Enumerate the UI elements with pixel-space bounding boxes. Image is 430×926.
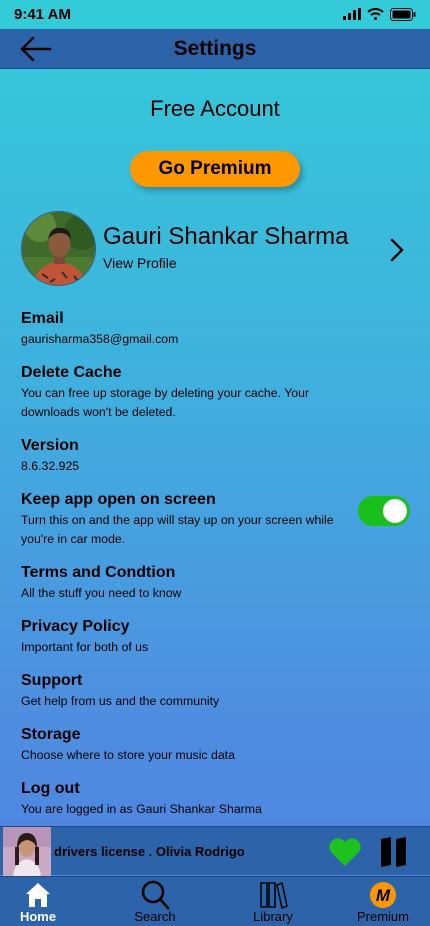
status-time: 9:41 AM xyxy=(14,5,71,23)
heart-icon xyxy=(329,838,361,866)
setting-storage[interactable]: Storage Choose where to store your music… xyxy=(21,725,351,765)
search-icon xyxy=(141,880,170,910)
like-button[interactable] xyxy=(328,837,362,867)
setting-log-out[interactable]: Log out You are logged in as Gauri Shank… xyxy=(21,779,351,819)
profile-row[interactable]: Gauri Shankar Sharma View Profile xyxy=(21,211,411,287)
now-playing-title: drivers license . Olivia Rodrigo xyxy=(54,844,245,859)
nav-premium[interactable]: M Premium xyxy=(343,877,423,926)
setting-title: Delete Cache xyxy=(21,364,122,381)
svg-text:M: M xyxy=(376,886,391,905)
nav-library[interactable]: Library xyxy=(233,877,313,926)
setting-terms[interactable]: Terms and Condtion All the stuff you nee… xyxy=(21,563,351,603)
status-icons xyxy=(343,7,416,21)
avatar xyxy=(21,211,96,286)
signal-icon xyxy=(343,8,361,20)
setting-title: Version xyxy=(21,437,79,454)
pause-icon xyxy=(381,837,406,867)
setting-desc: You are logged in as Gauri Shankar Sharm… xyxy=(21,802,262,816)
arrow-left-icon xyxy=(20,36,52,62)
setting-desc: 8.6.32.925 xyxy=(21,459,80,473)
setting-title: Support xyxy=(21,672,83,689)
setting-desc: Choose where to store your music data xyxy=(21,748,235,762)
chevron-right-icon xyxy=(390,238,404,262)
profile-name: Gauri Shankar Sharma xyxy=(103,223,349,250)
nav-label: Premium xyxy=(356,909,409,924)
account-type: Free Account xyxy=(150,96,280,121)
view-profile-link[interactable]: View Profile xyxy=(103,255,177,271)
page-title: Settings xyxy=(173,36,257,60)
setting-title: Keep app open on screen xyxy=(21,491,216,508)
setting-privacy-policy[interactable]: Privacy Policy Important for both of us xyxy=(21,617,351,657)
back-button[interactable] xyxy=(18,35,54,63)
setting-desc: You can free up storage by deleting your… xyxy=(21,386,310,419)
setting-title: Terms and Condtion xyxy=(21,564,176,581)
setting-desc: All the stuff you need to know xyxy=(21,586,182,600)
mini-player[interactable]: drivers license . Olivia Rodrigo xyxy=(0,826,430,876)
premium-icon: M xyxy=(370,882,396,908)
setting-delete-cache[interactable]: Delete Cache You can free up storage by … xyxy=(21,363,351,422)
setting-desc: Important for both of us xyxy=(21,640,149,654)
setting-support[interactable]: Support Get help from us and the communi… xyxy=(21,671,351,711)
album-art xyxy=(3,827,51,876)
wifi-icon xyxy=(367,8,384,20)
status-bar: 9:41 AM xyxy=(0,0,430,28)
pause-button[interactable] xyxy=(378,835,410,869)
keep-app-open-toggle[interactable] xyxy=(358,496,410,526)
setting-version: Version 8.6.32.925 xyxy=(21,436,351,476)
home-icon xyxy=(26,883,50,907)
nav-search[interactable]: Search xyxy=(115,877,195,926)
go-premium-button[interactable]: Go Premium xyxy=(130,151,300,187)
setting-title: Email xyxy=(21,310,64,327)
setting-keep-app-open[interactable]: Keep app open on screen Turn this on and… xyxy=(21,490,351,549)
setting-title: Privacy Policy xyxy=(21,618,130,635)
setting-title: Log out xyxy=(21,780,80,797)
nav-label: Library xyxy=(253,909,293,924)
bottom-nav: Home Search Library M Premium xyxy=(0,876,430,926)
battery-icon xyxy=(390,7,416,21)
setting-desc: Get help from us and the community xyxy=(21,694,220,708)
library-icon xyxy=(260,881,288,910)
app-bar: Settings xyxy=(0,29,430,69)
nav-label: Search xyxy=(134,909,176,924)
nav-label: Home xyxy=(19,909,57,924)
setting-desc: gaurisharma358@gmail.com xyxy=(21,332,179,346)
setting-desc: Turn this on and the app will stay up on… xyxy=(21,513,334,546)
setting-email[interactable]: Email gaurisharma358@gmail.com xyxy=(21,309,351,349)
nav-home[interactable]: Home xyxy=(0,877,78,926)
setting-title: Storage xyxy=(21,726,81,743)
toggle-knob xyxy=(383,499,407,523)
